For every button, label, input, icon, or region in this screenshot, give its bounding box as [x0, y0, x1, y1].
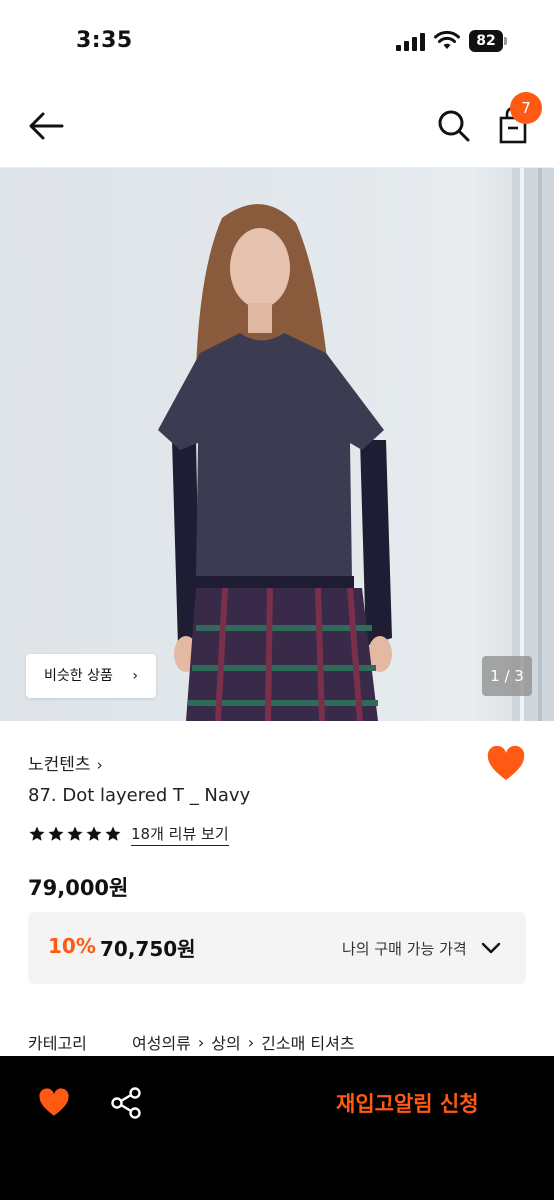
product-photo-illustration: [158, 168, 554, 721]
restock-alert-button[interactable]: 재입고알림 신청: [336, 1088, 479, 1118]
review-link[interactable]: 18개 리뷰 보기: [131, 823, 229, 846]
category-item[interactable]: 상의: [211, 1030, 240, 1054]
status-bar: 3:35 82: [0, 0, 554, 84]
bottom-action-bar: 재입고알림 신청: [0, 1056, 554, 1200]
cellular-signal-icon: [396, 33, 425, 51]
chevron-down-icon: [481, 942, 501, 954]
star-icon: [29, 826, 45, 841]
battery-icon: 82: [469, 30, 509, 52]
chevron-right-icon: ›: [247, 1032, 255, 1052]
similar-products-button[interactable]: 비슷한 상품 ›: [26, 654, 156, 698]
category-row: 카테고리 여성의류 › 상의 › 긴소매 티셔츠: [28, 1030, 355, 1054]
image-page-indicator: 1 / 3: [482, 656, 532, 696]
star-icon: [67, 826, 83, 841]
brand-link[interactable]: 노컨텐츠 ›: [28, 750, 103, 775]
product-price: 79,000원: [28, 876, 129, 900]
wishlist-heart-icon[interactable]: [486, 746, 526, 782]
rating-stars: [28, 825, 123, 843]
category-item[interactable]: 여성의류: [132, 1030, 191, 1054]
category-breadcrumb: 여성의류 › 상의 › 긴소매 티셔츠: [132, 1030, 355, 1054]
my-price-label: 나의 구매 가능 가격: [342, 940, 467, 958]
similar-products-label: 비슷한 상품: [44, 668, 113, 684]
product-name: 87. Dot layered T _ Navy: [28, 785, 251, 806]
rating-row: 18개 리뷰 보기: [28, 822, 229, 846]
share-icon[interactable]: [110, 1086, 142, 1120]
wifi-icon: [434, 30, 460, 49]
discount-price: 70,750원: [100, 937, 196, 961]
category-item[interactable]: 긴소매 티셔츠: [261, 1030, 354, 1054]
chevron-right-icon: ›: [132, 668, 138, 684]
chevron-right-icon: ›: [197, 1032, 205, 1052]
top-nav: [0, 84, 554, 168]
star-icon: [86, 826, 102, 841]
brand-name: 노컨텐츠: [28, 755, 91, 775]
cart-count-badge: 7: [510, 92, 542, 124]
product-image[interactable]: 비슷한 상품 › 1 / 3: [0, 168, 554, 721]
battery-level: 82: [469, 30, 503, 52]
battery-tip: [504, 37, 507, 45]
search-icon[interactable]: [436, 108, 472, 144]
star-icon: [48, 826, 64, 841]
back-arrow-icon[interactable]: [26, 108, 66, 144]
category-label: 카테고리: [28, 1034, 87, 1053]
chevron-right-icon: ›: [96, 756, 103, 774]
status-time: 3:35: [76, 28, 133, 53]
wishlist-heart-icon[interactable]: [38, 1088, 70, 1118]
my-price-box[interactable]: 10% 70,750원 나의 구매 가능 가격: [28, 912, 526, 984]
star-icon: [105, 826, 121, 841]
discount-rate: 10%: [48, 934, 96, 958]
